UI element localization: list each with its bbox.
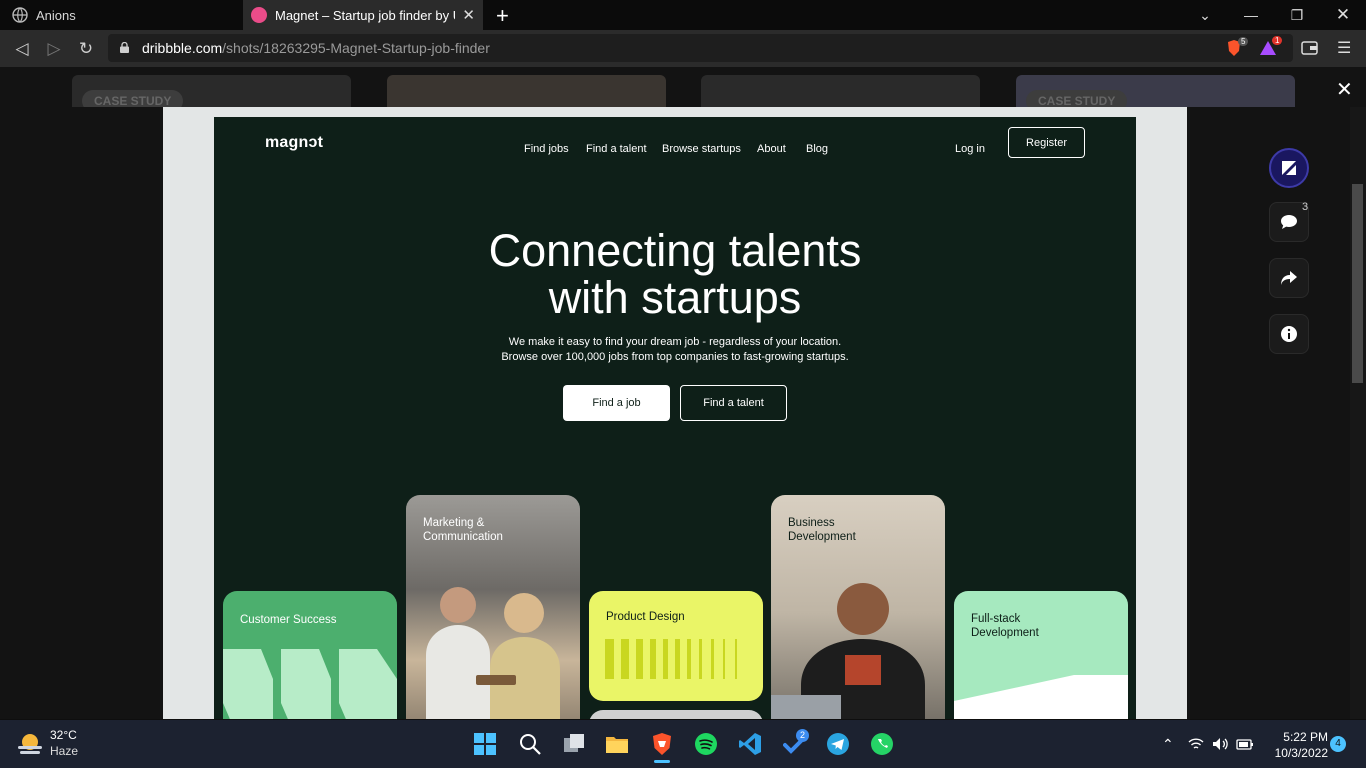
telegram-icon[interactable] [826,732,850,756]
people-photo [426,587,560,719]
shot-frame: magnɔt Find jobs Find a talent Browse st… [163,107,1187,719]
nav-about[interactable]: About [757,143,786,155]
hero-subtitle-2: Browse over 100,000 jobs from top compan… [501,351,849,363]
brave-browser-icon[interactable] [650,732,674,756]
lock-icon [120,42,129,53]
register-button[interactable]: Register [1008,127,1085,158]
haze-weather-icon [18,734,42,754]
whatsapp-icon[interactable] [870,732,894,756]
related-shot-card[interactable]: CASE STUDY [1016,75,1295,107]
share-icon [1281,271,1297,285]
menu-icon[interactable]: ☰ [1337,38,1351,58]
system-clock[interactable]: 5:22 PM 10/3/2022 [1262,729,1328,761]
comment-count: 3 [1302,201,1309,213]
task-view-icon[interactable] [562,732,586,756]
hero-subtitle-1: We make it easy to find your dream job -… [508,336,842,348]
nav-blog[interactable]: Blog [806,143,828,155]
globe-icon [12,7,28,23]
category-card-customer-success[interactable]: Customer Success [223,591,397,719]
tab-magnet[interactable]: Magnet – Startup job finder by Un ✕ [243,0,483,30]
weather-widget[interactable]: 32°C Haze [16,726,116,762]
hero-title: Connecting talents with startups [488,225,862,323]
category-card-partial[interactable] [589,710,763,719]
url-field[interactable]: dribbble.com/shots/18263295-Magnet-Start… [108,34,1293,62]
battery-icon[interactable] [1236,737,1254,751]
info-button[interactable] [1269,314,1309,354]
category-label: Business Development [788,517,856,543]
nav-find-a-talent[interactable]: Find a talent [586,143,647,155]
wallet-icon[interactable] [1301,41,1318,55]
notification-badge[interactable]: 4 [1330,736,1346,752]
tab-title: Anions [36,7,76,23]
info-icon [1281,326,1297,342]
related-shot-card[interactable] [701,75,980,107]
category-card-product-design[interactable]: Product Design [589,591,763,701]
wifi-icon[interactable] [1188,737,1204,751]
address-bar-row: ◁ ▷ ↻ dribbble.com/shots/18263295-Magnet… [0,30,1366,67]
find-a-job-button[interactable]: Find a job [563,385,670,421]
case-study-badge: CASE STUDY [1026,90,1128,107]
browser-tab-bar: Anions Magnet – Startup job finder by Un… [0,0,1366,30]
volume-icon[interactable] [1212,737,1230,751]
window-close-icon[interactable]: ✕ [1320,0,1366,30]
minimize-icon[interactable]: — [1228,0,1274,30]
category-label: Marketing & Communication [423,517,503,543]
share-button[interactable] [1269,258,1309,298]
restore-icon[interactable]: ❐ [1274,0,1320,30]
category-card-marketing[interactable]: Marketing & Communication [406,495,580,719]
find-a-talent-button[interactable]: Find a talent [680,385,787,421]
category-label: Full-stack Development [971,613,1039,639]
nav-browse-startups[interactable]: Browse startups [662,143,741,155]
comment-icon [1281,215,1297,229]
studio-logo-icon [1282,161,1296,175]
category-label: Product Design [606,611,685,623]
reload-icon[interactable]: ↻ [76,39,96,59]
login-link[interactable]: Log in [955,143,985,155]
magnet-landing-page: magnɔt Find jobs Find a talent Browse st… [214,117,1136,719]
file-explorer-icon[interactable] [605,732,629,756]
stripes-pattern [223,649,397,719]
bars-pattern [605,639,737,679]
related-shot-card[interactable]: CASE STUDY [72,75,351,107]
related-shot-card[interactable] [387,75,666,107]
wave-pattern [954,675,1128,719]
vscode-icon[interactable] [738,732,762,756]
designer-avatar[interactable] [1269,148,1309,188]
tab-search-chevron-icon[interactable]: ⌄ [1182,0,1228,30]
scrollbar-thumb[interactable] [1352,184,1363,383]
nav-find-jobs[interactable]: Find jobs [524,143,569,155]
category-card-fullstack[interactable]: Full-stack Development [954,591,1128,719]
search-icon[interactable] [518,732,542,756]
tab-anions[interactable]: Anions [0,0,242,30]
tray-overflow-icon[interactable]: ⌃ [1162,736,1174,753]
woman-photo [771,583,925,719]
active-app-indicator [654,760,670,763]
case-study-badge: CASE STUDY [82,90,184,107]
tab-title: Magnet – Startup job finder by Un [275,7,455,23]
dribbble-icon [251,7,267,23]
close-tab-icon[interactable]: ✕ [462,6,475,24]
category-label: Customer Success [240,614,337,626]
spotify-icon[interactable] [694,732,718,756]
category-card-business[interactable]: Business Development [771,495,945,719]
temperature: 32°C [50,728,77,742]
magnet-logo: magnɔt [265,134,324,151]
close-modal-icon[interactable]: ✕ [1336,77,1353,102]
forward-icon[interactable]: ▷ [44,39,64,59]
back-icon[interactable]: ◁ [12,39,32,59]
url-text: dribbble.com/shots/18263295-Magnet-Start… [142,40,490,56]
new-tab-icon[interactable]: + [496,3,509,29]
start-icon[interactable] [473,732,497,756]
todo-badge: 2 [796,729,809,742]
weather-condition: Haze [50,744,79,758]
